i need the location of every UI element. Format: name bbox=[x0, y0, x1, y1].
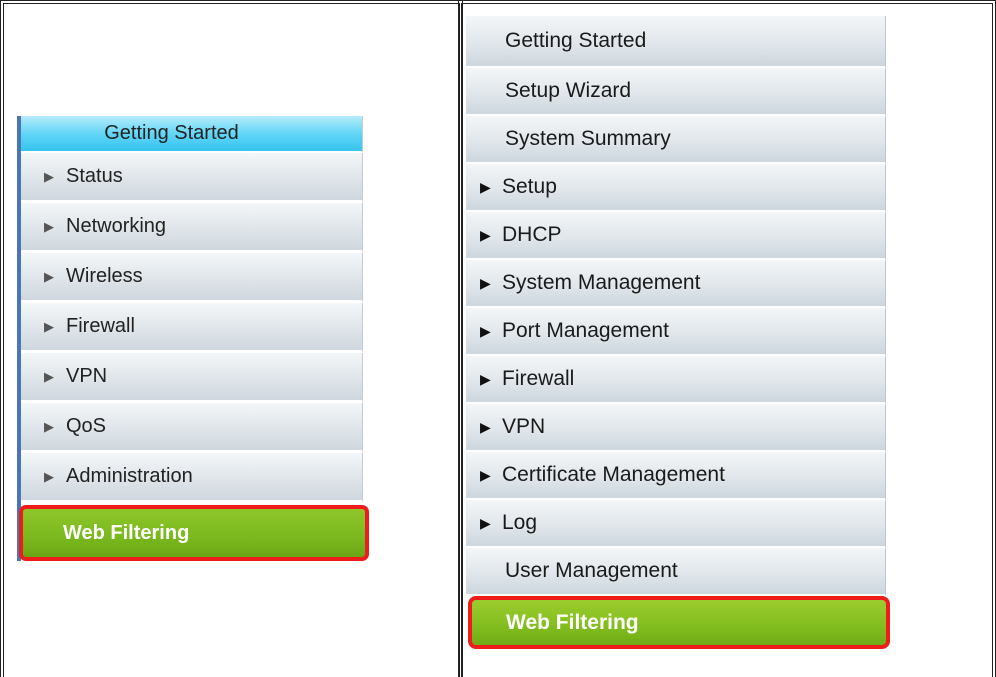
expand-arrow-icon: ▶ bbox=[44, 318, 54, 334]
nav-label: Networking bbox=[66, 215, 167, 237]
nav-label: Firewall bbox=[66, 315, 135, 337]
left-nav-menu: Getting Started ▶ Status ▶ Networking ▶ … bbox=[17, 116, 369, 561]
right-nav-system-summary[interactable]: System Summary bbox=[466, 116, 886, 164]
expand-arrow-icon: ▶ bbox=[44, 268, 54, 284]
left-nav-getting-started[interactable]: Getting Started bbox=[21, 116, 363, 153]
right-nav-system-management[interactable]: ▶ System Management bbox=[466, 260, 886, 308]
expand-arrow-icon: ▶ bbox=[480, 226, 491, 243]
nav-label: System Summary bbox=[505, 127, 671, 150]
nav-label: Port Management bbox=[502, 319, 669, 342]
nav-label: Certificate Management bbox=[502, 463, 725, 486]
nav-label: Log bbox=[502, 511, 538, 534]
nav-label: User Management bbox=[505, 559, 678, 582]
left-nav-status[interactable]: ▶ Status bbox=[21, 153, 363, 203]
nav-label: Web Filtering bbox=[63, 521, 190, 544]
expand-arrow-icon: ▶ bbox=[480, 466, 491, 483]
right-nav-setup-wizard[interactable]: Setup Wizard bbox=[466, 68, 886, 116]
expand-arrow-icon: ▶ bbox=[44, 218, 54, 234]
nav-label: Getting Started bbox=[505, 29, 647, 52]
left-nav-administration[interactable]: ▶ Administration bbox=[21, 453, 363, 503]
left-nav-qos[interactable]: ▶ QoS bbox=[21, 403, 363, 453]
nav-label: Wireless bbox=[66, 265, 143, 287]
right-nav-vpn[interactable]: ▶ VPN bbox=[466, 404, 886, 452]
left-nav-vpn[interactable]: ▶ VPN bbox=[21, 353, 363, 403]
expand-arrow-icon: ▶ bbox=[44, 418, 54, 434]
right-nav-setup[interactable]: ▶ Setup bbox=[466, 164, 886, 212]
right-nav-getting-started[interactable]: Getting Started bbox=[466, 16, 886, 68]
right-nav-menu: Getting Started Setup Wizard System Summ… bbox=[466, 16, 890, 649]
nav-label: Firewall bbox=[502, 367, 575, 390]
expand-arrow-icon: ▶ bbox=[480, 418, 491, 435]
left-nav-networking[interactable]: ▶ Networking bbox=[21, 203, 363, 253]
expand-arrow-icon: ▶ bbox=[480, 514, 491, 531]
nav-label: Status bbox=[66, 165, 123, 187]
right-nav-port-management[interactable]: ▶ Port Management bbox=[466, 308, 886, 356]
nav-label: Setup bbox=[502, 175, 557, 198]
expand-arrow-icon: ▶ bbox=[480, 178, 491, 195]
right-nav-certificate-management[interactable]: ▶ Certificate Management bbox=[466, 452, 886, 500]
right-nav-user-management[interactable]: User Management bbox=[466, 548, 886, 596]
right-nav-web-filtering[interactable]: Web Filtering bbox=[468, 596, 890, 649]
left-nav-web-filtering[interactable]: Web Filtering bbox=[19, 505, 369, 561]
right-nav-firewall[interactable]: ▶ Firewall bbox=[466, 356, 886, 404]
expand-arrow-icon: ▶ bbox=[44, 368, 54, 384]
nav-label: Administration bbox=[66, 465, 193, 487]
expand-arrow-icon: ▶ bbox=[44, 168, 54, 184]
nav-label: Web Filtering bbox=[506, 610, 639, 634]
nav-label: System Management bbox=[502, 271, 701, 294]
nav-label: VPN bbox=[66, 365, 108, 387]
expand-arrow-icon: ▶ bbox=[480, 370, 491, 387]
nav-label: VPN bbox=[502, 415, 546, 438]
nav-label: Setup Wizard bbox=[505, 79, 632, 102]
expand-arrow-icon: ▶ bbox=[44, 468, 54, 484]
nav-label: DHCP bbox=[502, 223, 562, 246]
nav-label: Getting Started bbox=[104, 122, 239, 144]
nav-label: QoS bbox=[66, 415, 107, 437]
expand-arrow-icon: ▶ bbox=[480, 322, 491, 339]
left-nav-firewall[interactable]: ▶ Firewall bbox=[21, 303, 363, 353]
left-nav-wireless[interactable]: ▶ Wireless bbox=[21, 253, 363, 303]
right-nav-dhcp[interactable]: ▶ DHCP bbox=[466, 212, 886, 260]
expand-arrow-icon: ▶ bbox=[480, 274, 491, 291]
right-nav-log[interactable]: ▶ Log bbox=[466, 500, 886, 548]
